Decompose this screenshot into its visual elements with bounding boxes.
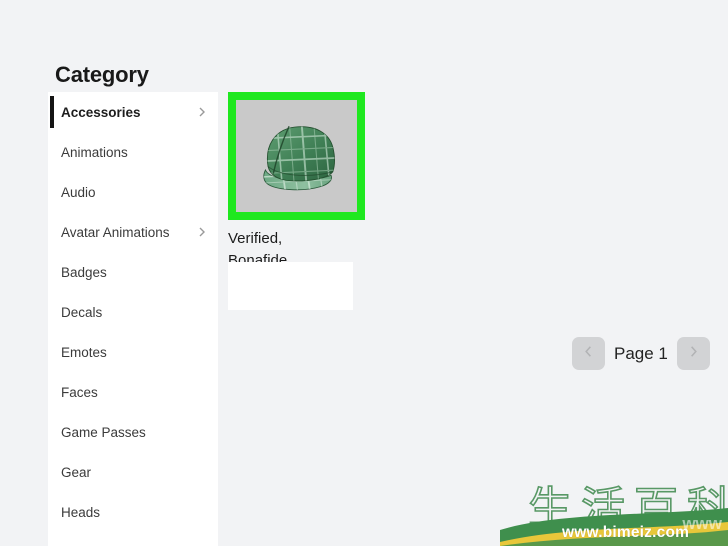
sidebar-item-accessories[interactable]: Accessories [48, 92, 218, 132]
sidebar-item-label: Gear [61, 464, 92, 480]
sidebar-item-badges[interactable]: Badges [48, 252, 218, 292]
item-title-line-1: Verified, [228, 230, 283, 247]
sidebar-item-label: Faces [61, 384, 98, 400]
pagination-next-button[interactable] [676, 337, 710, 370]
page-title: Category [55, 62, 149, 87]
result-card[interactable]: Verified, Bonafide, [228, 92, 365, 310]
sidebar-item-emotes[interactable]: Emotes [48, 332, 218, 372]
sidebar-item-label: Audio [61, 184, 96, 200]
pagination-prev-button[interactable] [572, 337, 605, 370]
pagination-label: Page 1 [614, 343, 668, 363]
chevron-right-icon[interactable] [196, 226, 208, 238]
sidebar-item-label: Heads [61, 504, 101, 520]
chevron-right-icon [686, 344, 701, 364]
active-indicator-bar [50, 96, 54, 128]
pagination: Page 1 [572, 337, 710, 370]
results-area: Verified, Bonafide, [218, 92, 728, 546]
sidebar-item-decals[interactable]: Decals [48, 292, 218, 332]
sidebar-item-audio[interactable]: Audio [48, 172, 218, 212]
sidebar-item-heads[interactable]: Heads [48, 492, 218, 532]
sidebar-item-label: Game Passes [61, 424, 146, 440]
sidebar-item-faces[interactable]: Faces [48, 372, 218, 412]
app-root: Category Accessories Animations Audio Av… [0, 0, 728, 546]
sidebar-item-label: Accessories [61, 104, 141, 120]
chevron-right-icon[interactable] [196, 106, 208, 118]
sidebar-item-label: Decals [61, 304, 103, 320]
card-placeholder-block [228, 262, 353, 310]
item-thumbnail [236, 100, 357, 212]
category-list: Accessories Animations Audio Avatar Anim… [48, 92, 218, 532]
sidebar-item-label: Animations [61, 144, 128, 160]
sidebar-item-label: Emotes [61, 344, 107, 360]
sidebar-item-label: Avatar Animations [61, 224, 170, 240]
sidebar-item-avatar-animations[interactable]: Avatar Animations [48, 212, 218, 252]
item-thumbnail-frame[interactable] [228, 92, 365, 220]
chevron-left-icon [581, 344, 596, 364]
sidebar-item-game-passes[interactable]: Game Passes [48, 412, 218, 452]
sidebar-item-label: Badges [61, 264, 107, 280]
sidebar-item-gear[interactable]: Gear [48, 452, 218, 492]
sidebar-item-animations[interactable]: Animations [48, 132, 218, 172]
